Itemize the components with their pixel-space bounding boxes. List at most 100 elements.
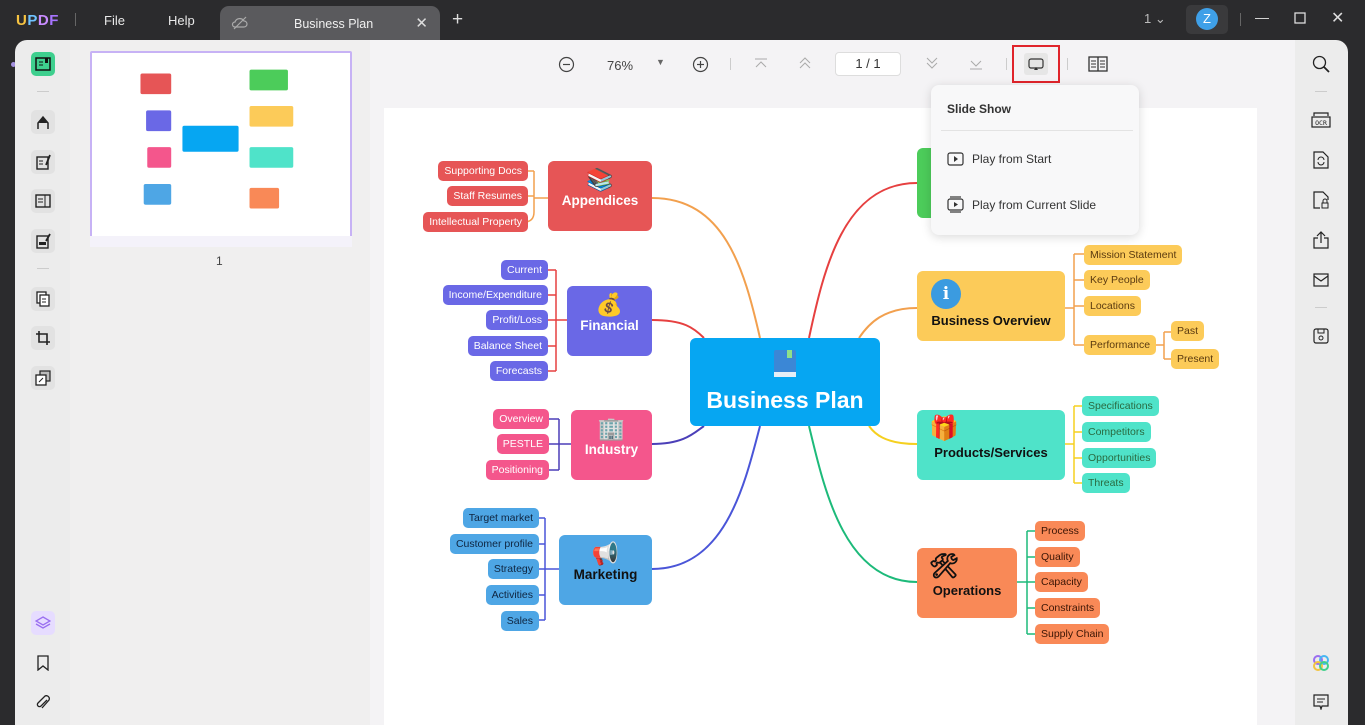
leaf-locations[interactable]: Locations bbox=[1084, 296, 1141, 316]
node-label: Products/Services bbox=[934, 445, 1048, 460]
document-tab[interactable]: Business Plan ✕ bbox=[220, 6, 440, 40]
info-icon: i bbox=[931, 279, 961, 309]
leaf-activities[interactable]: Activities bbox=[485, 585, 539, 605]
search-icon[interactable] bbox=[1309, 52, 1333, 76]
leaf-supply-chain[interactable]: Supply Chain bbox=[1035, 624, 1110, 644]
slideshow-button[interactable] bbox=[1012, 45, 1060, 83]
ocr-icon[interactable]: OCR bbox=[1309, 108, 1333, 132]
slideshow-menu-title: Slide Show bbox=[947, 102, 1012, 116]
buildings-icon: 🏢 bbox=[597, 416, 626, 441]
first-page-icon[interactable] bbox=[754, 58, 768, 73]
watermark-icon[interactable] bbox=[31, 366, 55, 390]
organize-pages-icon[interactable] bbox=[31, 287, 55, 311]
money-bag-icon: 💰 bbox=[595, 292, 624, 317]
ai-assistant-icon[interactable] bbox=[1309, 651, 1333, 675]
close-tab-icon[interactable]: ✕ bbox=[415, 14, 428, 32]
leaf-opportunities[interactable]: Opportunities bbox=[1082, 448, 1157, 468]
page-thumbnail[interactable] bbox=[90, 51, 352, 247]
divider bbox=[1067, 58, 1068, 70]
minimize-button[interactable]: — bbox=[1255, 9, 1269, 25]
zoom-out-icon[interactable] bbox=[558, 56, 575, 76]
previous-page-icon[interactable] bbox=[798, 57, 812, 72]
convert-icon[interactable] bbox=[1309, 148, 1333, 172]
close-window-button[interactable]: ✕ bbox=[1331, 8, 1344, 28]
crop-icon[interactable] bbox=[31, 326, 55, 350]
leaf-supporting-docs[interactable]: Supporting Docs bbox=[438, 161, 528, 181]
leaf-key-people[interactable]: Key People bbox=[1084, 270, 1150, 290]
leaf-quality[interactable]: Quality bbox=[1035, 547, 1080, 567]
leaf-overview[interactable]: Overview bbox=[493, 409, 549, 429]
leaf-balance-sheet[interactable]: Balance Sheet bbox=[467, 336, 548, 356]
thumbnail-panel: 1 bbox=[70, 40, 370, 725]
next-page-icon[interactable] bbox=[925, 57, 939, 72]
highlighter-icon[interactable] bbox=[31, 110, 55, 134]
node-products-services[interactable]: 🎁 Products/Services bbox=[917, 410, 1065, 480]
node-marketing[interactable]: 📢 Marketing bbox=[559, 535, 652, 605]
leaf-sales[interactable]: Sales bbox=[500, 611, 539, 631]
menu-help[interactable]: Help bbox=[168, 13, 195, 28]
leaf-present[interactable]: Present bbox=[1171, 349, 1220, 369]
maximize-button[interactable] bbox=[1294, 11, 1306, 27]
slideshow-icon bbox=[1028, 58, 1044, 70]
save-icon[interactable] bbox=[1309, 324, 1333, 348]
leaf-current[interactable]: Current bbox=[500, 260, 548, 280]
leaf-past[interactable]: Past bbox=[1171, 321, 1205, 341]
leaf-income-expenditure[interactable]: Income/Expenditure bbox=[442, 285, 548, 305]
page-number-input[interactable]: 1 / 1 bbox=[835, 52, 901, 76]
node-appendices[interactable]: 📚 Appendices bbox=[548, 161, 652, 231]
zoom-in-icon[interactable] bbox=[692, 56, 709, 76]
protect-icon[interactable] bbox=[1309, 188, 1333, 212]
comment-icon[interactable] bbox=[1309, 690, 1333, 714]
leaf-positioning[interactable]: Positioning bbox=[485, 460, 549, 480]
viewer-toolbar: 76% ▼ 1 / 1 bbox=[370, 40, 1295, 90]
email-icon[interactable] bbox=[1309, 268, 1333, 292]
menu-file[interactable]: File bbox=[104, 13, 125, 28]
bookmark-icon[interactable] bbox=[31, 651, 55, 675]
node-business-overview[interactable]: i Business Overview bbox=[917, 271, 1065, 341]
last-page-icon[interactable] bbox=[969, 58, 983, 73]
form-icon[interactable] bbox=[31, 189, 55, 213]
leaf-profit-loss[interactable]: Profit/Loss bbox=[486, 310, 548, 330]
right-toolbar: OCR bbox=[1295, 40, 1348, 725]
divider bbox=[1006, 58, 1007, 70]
account-button[interactable]: Z bbox=[1186, 5, 1228, 34]
leaf-capacity[interactable]: Capacity bbox=[1035, 572, 1088, 592]
attachment-icon[interactable] bbox=[31, 691, 55, 715]
node-operations[interactable]: 🛠 Operations bbox=[917, 548, 1017, 618]
leaf-target-market[interactable]: Target market bbox=[462, 508, 539, 528]
updf-logo: UPDF bbox=[16, 12, 59, 29]
node-industry[interactable]: 🏢 Industry bbox=[571, 410, 652, 480]
page-selector[interactable]: 1 ⌄ bbox=[1144, 11, 1166, 27]
node-label: Financial bbox=[580, 318, 639, 333]
play-from-current-slide-item[interactable]: Play from Current Slide bbox=[947, 196, 1096, 213]
slideshow-menu: Slide Show Play from Start Play from Cur… bbox=[931, 85, 1139, 235]
play-from-start-item[interactable]: Play from Start bbox=[947, 152, 1051, 166]
two-page-view-icon[interactable] bbox=[1088, 55, 1108, 76]
node-financial[interactable]: 💰 Financial bbox=[567, 286, 652, 356]
edit-pdf-icon[interactable] bbox=[31, 150, 55, 174]
share-icon[interactable] bbox=[1309, 228, 1333, 252]
zoom-dropdown-icon[interactable]: ▼ bbox=[656, 57, 665, 67]
leaf-performance[interactable]: Performance bbox=[1084, 335, 1157, 355]
book-icon bbox=[774, 350, 796, 377]
node-label: Appendices bbox=[561, 193, 639, 208]
leaf-pestle[interactable]: PESTLE bbox=[496, 434, 549, 454]
leaf-constraints[interactable]: Constraints bbox=[1035, 598, 1101, 618]
layers-icon[interactable] bbox=[31, 611, 55, 635]
leaf-mission-statement[interactable]: Mission Statement bbox=[1084, 245, 1183, 265]
leaf-customer-profile[interactable]: Customer profile bbox=[449, 534, 539, 554]
new-tab-button[interactable]: + bbox=[452, 9, 463, 31]
zoom-level[interactable]: 76% bbox=[607, 58, 633, 73]
leaf-threats[interactable]: Threats bbox=[1082, 473, 1130, 493]
sign-icon[interactable] bbox=[31, 229, 55, 253]
mindmap-center-node[interactable]: Business Plan bbox=[690, 338, 880, 426]
leaf-forecasts[interactable]: Forecasts bbox=[489, 361, 548, 381]
thumbnail-preview bbox=[140, 69, 294, 209]
leaf-staff-resumes[interactable]: Staff Resumes bbox=[447, 186, 528, 206]
leaf-strategy[interactable]: Strategy bbox=[487, 559, 539, 579]
leaf-specifications[interactable]: Specifications bbox=[1082, 396, 1159, 416]
leaf-competitors[interactable]: Competitors bbox=[1082, 422, 1151, 442]
leaf-process[interactable]: Process bbox=[1035, 521, 1085, 541]
reader-mode-icon[interactable] bbox=[31, 52, 55, 76]
leaf-intellectual-property[interactable]: Intellectual Property bbox=[423, 212, 528, 232]
